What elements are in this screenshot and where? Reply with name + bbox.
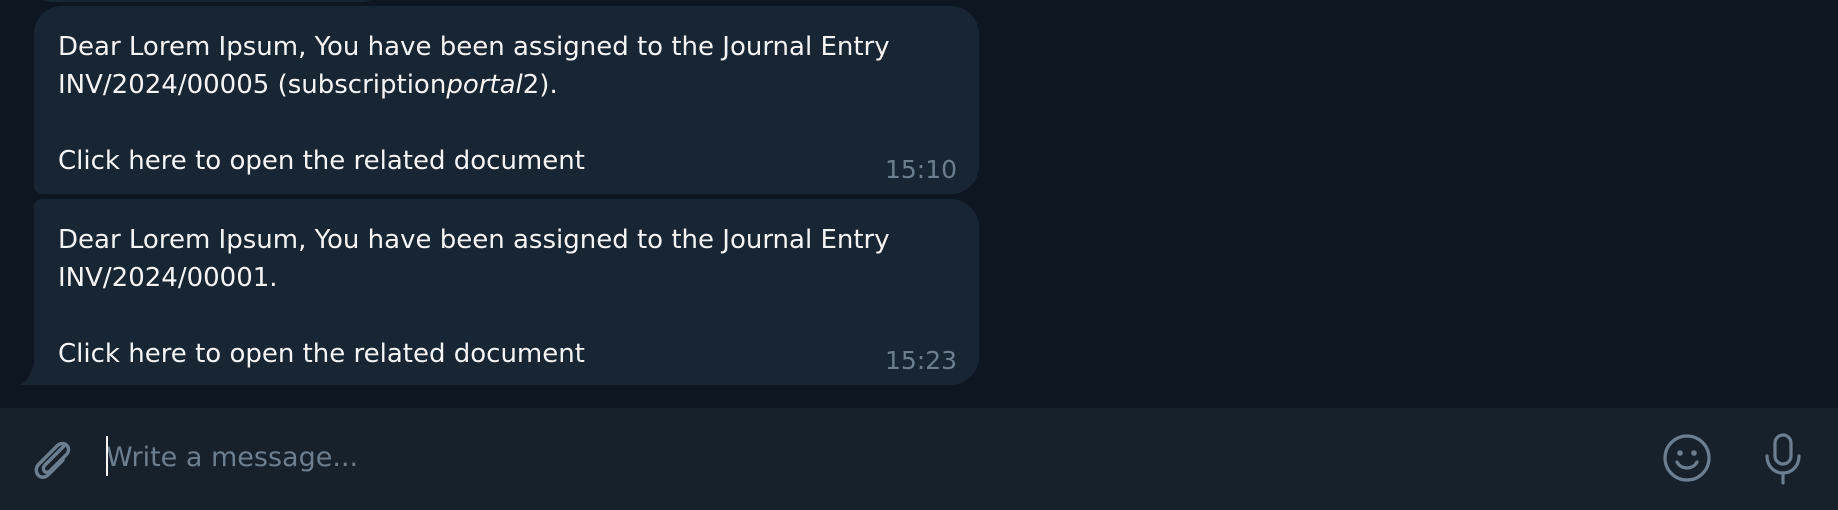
paperclip-icon[interactable] (28, 434, 74, 484)
previous-message-bubble (34, 0, 379, 2)
message-timestamp: 15:10 (884, 155, 957, 184)
chat-history: Dear Lorem Ipsum, You have been assigned… (0, 0, 1838, 408)
open-document-link[interactable]: Click here to open the related document (58, 335, 955, 373)
open-document-link[interactable]: Click here to open the related document (58, 142, 955, 180)
message-text-line: Dear Lorem Ipsum, You have been assigned… (58, 225, 890, 255)
message-text-line: INV/2024/00005 (subscriptionportal2). (58, 66, 955, 104)
message-timestamp: 15:23 (884, 346, 957, 375)
message-bubble: Dear Lorem Ipsum, You have been assigned… (34, 6, 979, 194)
message-text-line: Dear Lorem Ipsum, You have been assigned… (58, 32, 890, 62)
bubble-tail (18, 362, 42, 385)
microphone-icon[interactable] (1760, 432, 1806, 486)
text-cursor (106, 436, 108, 476)
smiley-icon[interactable] (1662, 433, 1712, 483)
message-text-line: INV/2024/00001. (58, 263, 278, 293)
message-input[interactable] (106, 432, 1646, 482)
message-text-italic: portal (446, 70, 523, 100)
message-text: 2). (522, 70, 558, 100)
message-text: INV/2024/00005 (subscription (58, 70, 447, 100)
message-bubble: Dear Lorem Ipsum, You have been assigned… (34, 199, 979, 385)
